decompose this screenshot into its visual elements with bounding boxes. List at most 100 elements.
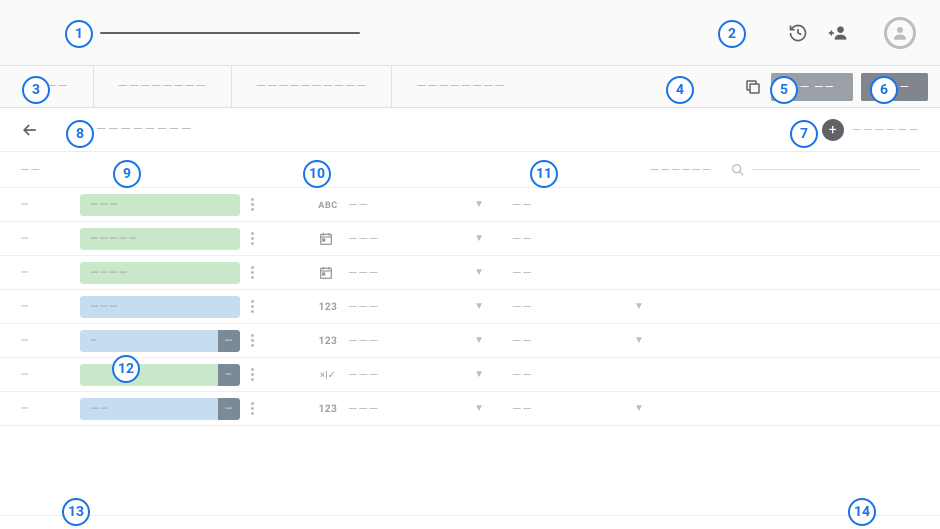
row-more-icon[interactable] — [240, 402, 264, 415]
row-name[interactable]: ———— — [80, 262, 240, 284]
tab-1[interactable]: ———— — [0, 66, 94, 108]
preview-button[interactable]: —— —— — [771, 73, 852, 101]
row-more-icon[interactable] — [240, 266, 264, 279]
subheader: ————————— + —————— — [0, 108, 940, 152]
row-name[interactable]: ————— — [80, 228, 240, 250]
chevron-down-icon: ▼ — [474, 301, 484, 312]
top-bar — [0, 0, 940, 66]
add-field[interactable]: + —————— — [822, 119, 920, 141]
back-arrow-icon[interactable] — [20, 120, 40, 140]
row-index: – — [20, 333, 80, 349]
search-icon — [730, 162, 746, 178]
toolbar: ———— ———————— —————————— ———————— —— —— … — [0, 66, 940, 108]
row-name[interactable]: – — [80, 364, 240, 386]
field-chip[interactable]: – — [80, 364, 240, 386]
row-name[interactable]: ——— — [80, 398, 240, 420]
row-opt: —— — [484, 368, 634, 382]
type-icon: 123 — [318, 402, 338, 415]
chip-label: ——— — [90, 198, 119, 211]
row-name[interactable]: –— — [80, 330, 240, 352]
field-chip[interactable]: ————— — [80, 228, 240, 250]
row-more-icon[interactable] — [240, 232, 264, 245]
field-chip[interactable]: ———— — [80, 262, 240, 284]
table-row[interactable]: – ——— ABC —— ▼ —— — [0, 188, 940, 222]
row-type[interactable]: ——— ▼ — [264, 265, 484, 281]
row-opt: —— — [484, 266, 634, 280]
type-label: ——— — [348, 266, 464, 280]
table-row[interactable]: – ————— ——— ▼ —— — [0, 222, 940, 256]
row-type[interactable]: ×|✓ ——— ▼ — [264, 368, 484, 382]
row-opt: —— — [484, 300, 634, 314]
col-index: —— — [20, 163, 80, 177]
default-caret-icon[interactable]: ▼ — [634, 301, 644, 312]
chip-label: ———— — [90, 266, 128, 279]
row-index: – — [20, 299, 80, 315]
type-icon: ABC — [318, 198, 338, 211]
type-label: ——— — [348, 300, 464, 314]
row-type[interactable]: ——— ▼ — [264, 231, 484, 247]
table-row[interactable]: – ——— 123 ——— ▼ —— ▼ — [0, 290, 940, 324]
row-more-icon[interactable] — [240, 334, 264, 347]
field-chip[interactable]: ——— — [80, 398, 240, 420]
field-chip[interactable]: ——— — [80, 194, 240, 216]
row-default: ▼ — [634, 301, 920, 312]
plus-icon: + — [822, 119, 844, 141]
table-row[interactable]: – – ×|✓ ——— ▼ —— — [0, 358, 940, 392]
avatar[interactable] — [884, 17, 916, 49]
row-opt: —— — [484, 232, 634, 246]
row-type[interactable]: ABC —— ▼ — [264, 198, 484, 212]
topbar-actions — [788, 17, 916, 49]
row-index: – — [20, 231, 80, 247]
toolbar-right: —— —— ——— — [743, 73, 940, 101]
row-more-icon[interactable] — [240, 300, 264, 313]
visualize-button[interactable]: ——— — [861, 73, 928, 101]
row-type[interactable]: 123 ——— ▼ — [264, 334, 484, 348]
type-icon: ×|✓ — [318, 368, 338, 381]
row-opt: —— — [484, 334, 634, 348]
row-index: – — [20, 265, 80, 281]
row-index: – — [20, 401, 80, 417]
row-type[interactable]: 123 ——— ▼ — [264, 402, 484, 416]
row-name[interactable]: ——— — [80, 296, 240, 318]
chip-end-icon: – — [218, 364, 240, 386]
table-row[interactable]: – ——— 123 ——— ▼ —— ▼ — [0, 392, 940, 426]
history-icon[interactable] — [788, 23, 808, 43]
bottom-bar: ——— –/—— — [0, 516, 940, 529]
tab-3[interactable]: —————————— — [232, 66, 393, 108]
table-row[interactable]: – ———— ——— ▼ —— — [0, 256, 940, 290]
type-label: ——— — [348, 368, 464, 382]
row-name[interactable]: ——— — [80, 194, 240, 216]
tab-2[interactable]: ———————— — [94, 66, 232, 108]
table-row[interactable]: – –— 123 ——— ▼ —— ▼ — [0, 324, 940, 358]
add-label: —————— — [852, 123, 920, 137]
chevron-down-icon: ▼ — [474, 369, 484, 380]
chip-label: ————— — [90, 232, 138, 245]
row-more-icon[interactable] — [240, 198, 264, 211]
copy-icon[interactable] — [743, 77, 763, 97]
col-default: —————— — [650, 163, 730, 177]
chevron-down-icon: ▼ — [474, 267, 484, 278]
type-icon: 123 — [318, 300, 338, 313]
chevron-down-icon: ▼ — [474, 403, 484, 414]
field-chip[interactable]: –— — [80, 330, 240, 352]
col-search[interactable] — [730, 162, 920, 178]
default-caret-icon[interactable]: ▼ — [634, 403, 644, 414]
field-chip[interactable]: ——— — [80, 296, 240, 318]
row-more-icon[interactable] — [240, 368, 264, 381]
type-icon — [318, 265, 338, 281]
row-type[interactable]: 123 ——— ▼ — [264, 300, 484, 314]
row-index: – — [20, 197, 80, 213]
chip-end-icon: — — [218, 330, 240, 352]
row-default: ▼ — [634, 335, 920, 346]
chevron-down-icon: ▼ — [474, 335, 484, 346]
page-title — [100, 32, 360, 34]
default-caret-icon[interactable]: ▼ — [634, 335, 644, 346]
chip-label: —— — [90, 402, 109, 415]
type-icon — [318, 231, 338, 247]
search-input[interactable] — [752, 169, 920, 170]
type-icon: 123 — [318, 334, 338, 347]
type-label: ——— — [348, 232, 464, 246]
row-opt: —— — [484, 198, 634, 212]
rows-gap — [0, 426, 940, 516]
add-person-icon[interactable] — [828, 23, 848, 43]
